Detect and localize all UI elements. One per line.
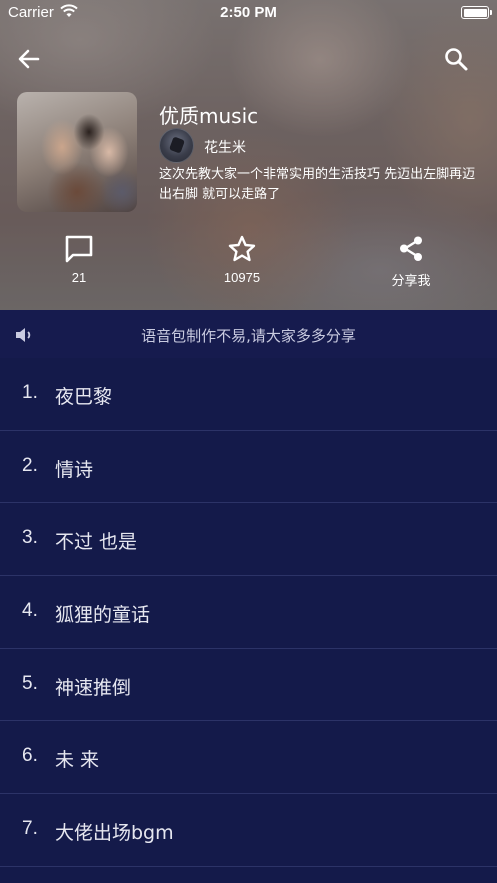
share-icon bbox=[400, 236, 422, 261]
comment-count: 21 bbox=[71, 270, 87, 285]
status-bar: Carrier 2:50 PM bbox=[0, 0, 497, 26]
track-row[interactable]: 6. 未 来 bbox=[0, 721, 497, 795]
author-avatar[interactable] bbox=[159, 128, 194, 163]
notice-text: 语音包制作不易,请大家多多分享 bbox=[141, 327, 356, 345]
track-number: 5. bbox=[22, 672, 38, 694]
track-number: 6. bbox=[22, 745, 38, 767]
track-number: 1. bbox=[22, 382, 38, 403]
notice-bar: 语音包制作不易,请大家多多分享 bbox=[0, 310, 497, 358]
track-number: 3. bbox=[22, 527, 38, 549]
search-icon[interactable] bbox=[443, 46, 469, 72]
arrow-left-icon[interactable] bbox=[16, 46, 42, 72]
track-title: 大佬出场bgm bbox=[55, 822, 174, 845]
track-row[interactable]: 7. 大佬出场bgm bbox=[0, 794, 497, 867]
track-title: 不过 也是 bbox=[55, 531, 138, 554]
track-title: 未 来 bbox=[55, 749, 100, 772]
track-number: 7. bbox=[22, 818, 38, 840]
favorite-count: 10975 bbox=[223, 270, 261, 285]
track-title: 狐狸的童话 bbox=[55, 604, 151, 627]
album-title: 优质music bbox=[159, 104, 259, 128]
track-list: 1. 夜巴黎 2. 情诗 3. 不过 也是 4. 狐狸的童话 5. 神速推倒 6. 未 来 7. 大佬出场… bbox=[0, 358, 497, 867]
author-name[interactable]: 花生米 bbox=[204, 137, 246, 157]
track-number: 4. bbox=[22, 600, 38, 622]
track-row[interactable]: 2. 情诗 bbox=[0, 430, 497, 504]
track-row[interactable]: 3. 不过 也是 bbox=[0, 503, 497, 577]
share-button[interactable]: 分享我 bbox=[361, 234, 461, 289]
track-row[interactable]: 4. 狐狸的童话 bbox=[0, 576, 497, 649]
comment-button[interactable]: 21 bbox=[29, 234, 129, 285]
battery-icon bbox=[461, 6, 492, 19]
track-number: 2. bbox=[22, 454, 38, 476]
comment-icon bbox=[65, 235, 93, 263]
track-row[interactable]: 1. 夜巴黎 bbox=[0, 358, 497, 431]
album-description: 这次先教大家一个非常实用的生活技巧 先迈出左脚再迈出右脚 就可以走路了 bbox=[159, 167, 476, 202]
album-cover bbox=[17, 92, 137, 212]
share-label: 分享我 bbox=[391, 273, 431, 288]
clock: 2:50 PM bbox=[220, 4, 277, 21]
favorite-button[interactable]: 10975 bbox=[192, 234, 292, 285]
star-icon bbox=[228, 235, 256, 262]
track-title: 情诗 bbox=[55, 458, 94, 481]
track-title: 夜巴黎 bbox=[55, 386, 113, 408]
track-row[interactable]: 5. 神速推倒 bbox=[0, 648, 497, 722]
track-title: 神速推倒 bbox=[55, 676, 132, 699]
